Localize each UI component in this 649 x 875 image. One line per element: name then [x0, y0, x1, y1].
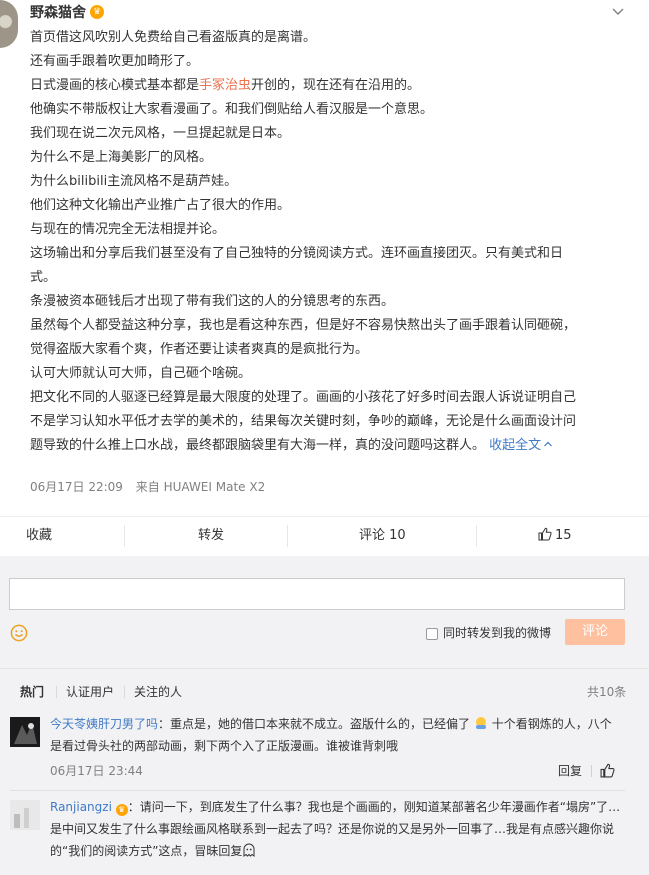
- post-line: 他们这种文化输出产业推广占了很大的作用。: [30, 198, 291, 213]
- divider: [124, 525, 125, 547]
- action-bar: 收藏 转发 评论 10 15: [0, 516, 649, 554]
- divider: [124, 686, 125, 698]
- like-icon: [538, 527, 552, 541]
- post-line: 不是学习认知水平低才去学的美术的，结果每次关键时刻，争吵的巅峰，无论是什么画面设…: [30, 414, 577, 429]
- post-line: 条漫被资本砸钱后才出现了带有我们这的人的分镜思考的东西。: [30, 294, 395, 309]
- post-meta: 06月17日 22:09 来自 HUAWEI Mate X2: [30, 478, 274, 495]
- comment-button[interactable]: 评论 10: [359, 517, 406, 555]
- ghost-emoji-icon: [243, 843, 255, 857]
- author-avatar[interactable]: [0, 0, 18, 48]
- post-line: 为什么不是上海美影厂的风格。: [30, 150, 213, 165]
- post-line: 式。: [30, 270, 57, 285]
- post-line: 觉得盗版大家看个爽，作者还要让读者爽真的是疯批行为。: [30, 342, 369, 357]
- post-line: 这场输出和分享后我们甚至没有了自己独特的分镜阅读方式。连环画直接团灭。只有美式和…: [30, 246, 564, 261]
- post-line: 日式漫画的核心模式基本都是手冢治虫开创的，现在还有在沿用的。: [30, 78, 421, 93]
- comment-total: 共10条: [587, 685, 627, 699]
- favorite-button[interactable]: 收藏: [26, 517, 52, 555]
- author-name[interactable]: 野森猫舍: [30, 4, 86, 22]
- divider: [476, 525, 477, 547]
- post-line: 还有画手跟着吹更加畸形了。: [30, 54, 200, 69]
- comment-input[interactable]: [9, 578, 625, 610]
- avatar[interactable]: [10, 717, 40, 747]
- divider: [10, 790, 625, 791]
- submit-comment-button[interactable]: 评论: [565, 619, 625, 645]
- like-button[interactable]: 15: [538, 517, 572, 555]
- post-line: 首页借这风吹别人免费给自己看盗版真的是离谱。: [30, 30, 317, 45]
- reply-button[interactable]: 回复: [558, 762, 582, 779]
- post-line: 为什么bilibili主流风格不是葫芦娃。: [30, 174, 238, 189]
- forward-checkbox[interactable]: [426, 628, 438, 640]
- divider: [56, 686, 57, 698]
- post-source: 来自 HUAWEI Mate X2: [135, 480, 266, 494]
- chevron-up-icon[interactable]: [543, 439, 553, 449]
- post-line: 把文化不同的人驱逐已经算是最大限度的处理了。画画的小孩花了好多时间去跟人诉说证明…: [30, 390, 577, 405]
- smile-icon[interactable]: [10, 624, 28, 642]
- comment-time: 06月17日 23:44: [50, 764, 143, 778]
- crown-icon: ♛: [115, 804, 128, 816]
- crown-icon: ♛: [90, 5, 104, 19]
- comment-filter-bar: 热门 认证用户 关注的人 共10条: [0, 668, 649, 706]
- repost-button[interactable]: 转发: [198, 517, 224, 555]
- comment-section: 同时转发到我的微博 评论 热门 认证用户 关注的人 共10条 今天苓姨肝刀男了吗…: [0, 556, 649, 875]
- tab-hot[interactable]: 热门: [20, 684, 44, 700]
- divider: [287, 525, 288, 547]
- avatar[interactable]: [10, 800, 40, 830]
- forward-label[interactable]: 同时转发到我的微博: [443, 625, 551, 641]
- post-line: 他确实不带版权让大家看漫画了。和我们倒贴给人看汉服是一个意思。: [30, 102, 434, 117]
- like-icon[interactable]: [600, 763, 615, 778]
- post-line: 认可大师就认可大师，自己砸个啥碗。: [30, 366, 252, 381]
- like-count: 15: [555, 528, 572, 543]
- post-line: 虽然每个人都受益这种分享，我也是看这种东西，但是好不容易快熬出头了画手跟着认同砸…: [30, 318, 577, 333]
- post-content: 首页借这风吹别人免费给自己看盗版真的是离谱。 还有画手跟着吹更加畸形了。日式漫画的…: [30, 26, 626, 458]
- tab-following[interactable]: 关注的人: [134, 684, 182, 700]
- divider: [591, 765, 592, 777]
- collapse-text-link[interactable]: 收起全文: [489, 438, 541, 453]
- weibo-post: 野森猫舍 ♛ 首页借这风吹别人免费给自己看盗版真的是离谱。 还有画手跟着吹更加畸形…: [0, 0, 649, 514]
- post-date[interactable]: 06月17日 22:09: [30, 480, 123, 494]
- commenter-name[interactable]: 今天苓姨肝刀男了吗: [50, 717, 158, 731]
- highlight-link[interactable]: 手冢治虫: [199, 78, 251, 93]
- hands-emoji-icon: [475, 717, 486, 729]
- tab-verified[interactable]: 认证用户: [66, 684, 114, 700]
- post-line: 我们现在说二次元风格，一旦提起就是日本。: [30, 126, 291, 141]
- comment-text: 今天苓姨肝刀男了吗：重点是，她的借口本来就不成立。盗版什么的，已经偏了 十个看钢…: [50, 717, 612, 753]
- chevron-down-icon[interactable]: [608, 2, 628, 22]
- comment-text: Ranjiangzi ♛ ：请问一下，到底发生了什么事？我也是个画画的，刚知道某部…: [50, 800, 621, 858]
- post-line: 与现在的情况完全无法相提并论。: [30, 222, 226, 237]
- post-line: 题导致的什么推上口水战，最终都跟脑袋里有大海一样，真的没问题吗这群人。 收起全文: [30, 434, 626, 458]
- commenter-name[interactable]: Ranjiangzi: [50, 800, 112, 814]
